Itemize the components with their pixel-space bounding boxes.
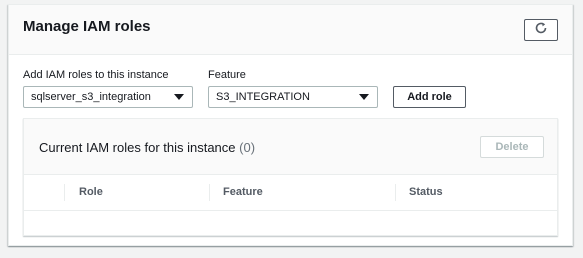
feature-select[interactable]: S3_INTEGRATION xyxy=(208,86,378,108)
add-role-button[interactable]: Add role xyxy=(393,86,466,108)
caret-down-icon xyxy=(174,94,184,100)
table-header-bar: Current IAM roles for this instance (0) … xyxy=(24,119,557,175)
column-divider xyxy=(209,184,210,201)
column-header-role[interactable]: Role xyxy=(79,175,103,210)
current-roles-table: Current IAM roles for this instance (0) … xyxy=(23,118,558,236)
refresh-icon xyxy=(534,21,548,40)
role-count: (0) xyxy=(239,140,256,155)
role-select[interactable]: sqlserver_s3_integration xyxy=(23,86,193,108)
role-select-label: Add IAM roles to this instance xyxy=(23,69,169,81)
table-column-headers: Role Feature Status xyxy=(24,175,557,211)
panel-title: Manage IAM roles xyxy=(23,18,151,35)
role-select-value: sqlserver_s3_integration xyxy=(31,91,151,103)
delete-button[interactable]: Delete xyxy=(480,136,544,158)
panel-header: Manage IAM roles xyxy=(9,5,572,55)
table-title: Current IAM roles for this instance (0) xyxy=(39,140,255,155)
table-title-text: Current IAM roles for this instance xyxy=(39,140,236,155)
column-header-feature[interactable]: Feature xyxy=(223,175,263,210)
refresh-button[interactable] xyxy=(524,19,558,41)
column-divider xyxy=(395,184,396,201)
feature-select-label: Feature xyxy=(208,69,246,81)
column-divider xyxy=(64,184,65,201)
caret-down-icon xyxy=(359,94,369,100)
manage-iam-roles-panel: Manage IAM roles Add IAM roles to this i… xyxy=(8,4,573,246)
column-header-status[interactable]: Status xyxy=(409,175,443,210)
feature-select-value: S3_INTEGRATION xyxy=(216,91,310,103)
